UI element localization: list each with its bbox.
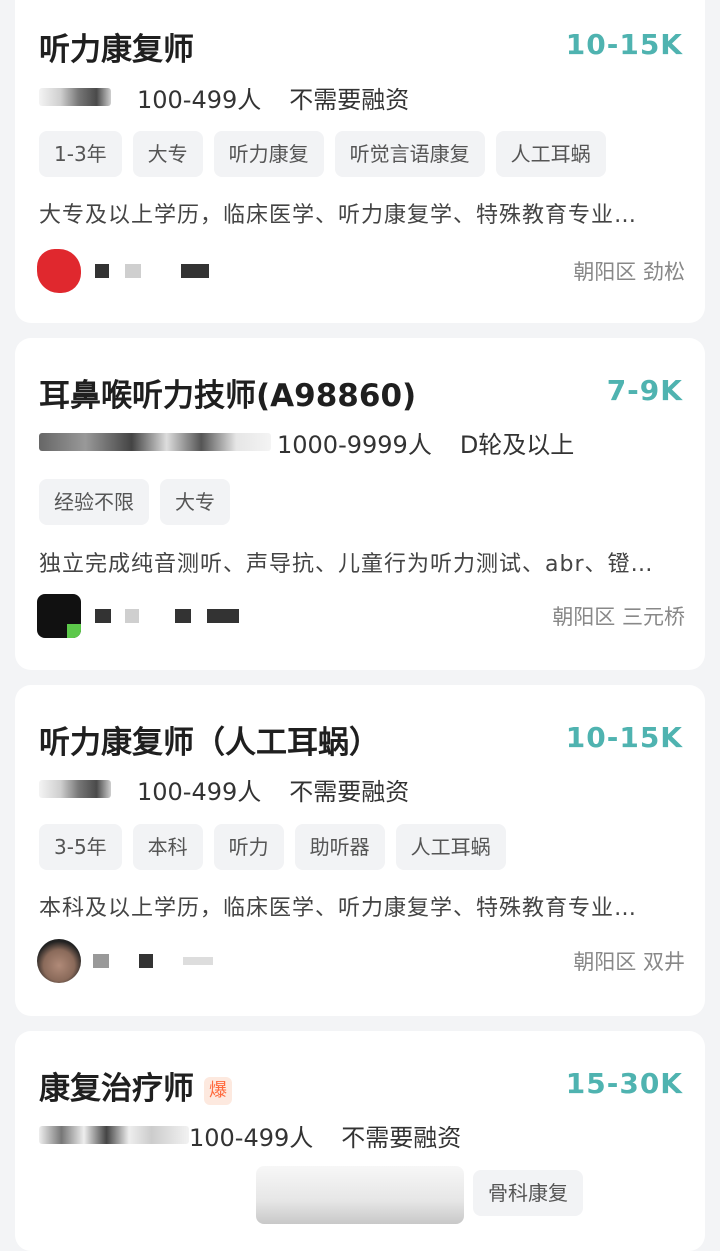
job-location: 朝阳区 双井 [573,950,685,974]
job-tag: 人工耳蜗 [395,824,506,870]
company-name-redacted [39,433,271,451]
job-tag: 本科 [132,824,203,870]
job-title: 康复治疗师爆 [39,1063,232,1108]
company-funding: 不需要融资 [341,1123,462,1152]
recruiter-row: 朝阳区 劲松 [37,248,685,294]
company-info: 100-499人 不需要融资 [39,771,409,807]
job-tag: 大专 [132,131,203,177]
job-title-text: 康复治疗师 [39,1071,194,1107]
blurred-tags-overlay [256,1166,464,1224]
job-tag: 骨科康复 [473,1170,583,1216]
job-tag: 听觉言语康复 [334,131,485,177]
job-tags: 经验不限 大专 [39,479,230,525]
recruiter-row: 朝阳区 三元桥 [37,593,685,639]
job-salary: 15-30K [565,1067,683,1100]
job-tag: 大专 [160,479,230,525]
recruiter-row: 朝阳区 双井 [37,938,685,984]
job-card[interactable]: 听力康复师（人工耳蜗） 10-15K 100-499人 不需要融资 3-5年 本… [15,685,705,1016]
job-salary: 10-15K [565,28,683,61]
recruiter-avatar [37,939,81,983]
job-tag: 听力 [213,824,284,870]
job-tag: 助听器 [294,824,385,870]
job-title: 听力康复师（人工耳蜗） [39,725,380,761]
job-salary: 7-9K [606,374,683,407]
job-tags: 1-3年 大专 听力康复 听觉言语康复 人工耳蜗 [39,131,606,177]
company-size: 100-499人 [189,1123,314,1152]
job-tag: 3-5年 [39,824,122,870]
job-tag: 人工耳蜗 [495,131,606,177]
job-description: 独立完成纯音测听、声导抗、儿童行为听力测试、abr、镫… [39,552,654,577]
job-title: 听力康复师 [39,32,194,68]
company-size: 100-499人 [137,777,262,806]
company-name-redacted [39,88,111,106]
company-info: 100-499人 不需要融资 [39,79,409,115]
job-tag: 1-3年 [39,131,122,177]
job-tag: 听力康复 [213,131,324,177]
company-size: 100-499人 [137,85,262,114]
job-card[interactable]: 听力康复师 10-15K 100-499人 不需要融资 1-3年 大专 听力康复… [15,0,705,323]
company-info: 100-499人 不需要融资 [39,1117,461,1153]
job-card[interactable]: 耳鼻喉听力技师(A98860) 7-9K 1000-9999人 D轮及以上 经验… [15,338,705,670]
job-tag: 经验不限 [39,479,149,525]
recruiter-name-redacted [95,264,109,278]
job-location: 朝阳区 三元桥 [552,605,685,629]
company-name-redacted [39,780,111,798]
company-funding: D轮及以上 [459,430,575,459]
recruiter-name-redacted [93,954,109,968]
company-funding: 不需要融资 [289,85,410,114]
recruiter-avatar [37,249,81,293]
job-title: 耳鼻喉听力技师(A98860) [39,378,417,414]
company-info: 1000-9999人 D轮及以上 [39,424,574,460]
recruiter-avatar [37,594,81,638]
job-tags: 3-5年 本科 听力 助听器 人工耳蜗 [39,824,506,870]
company-name-redacted [39,1126,189,1144]
job-description: 大专及以上学历，临床医学、听力康复学、特殊教育专业… [39,203,638,228]
job-salary: 10-15K [565,721,683,754]
hot-badge: 爆 [204,1076,232,1105]
recruiter-name-redacted [95,609,111,623]
company-size: 1000-9999人 [277,430,432,459]
job-description: 本科及以上学历，临床医学、听力康复学、特殊教育专业… [39,896,638,921]
company-funding: 不需要融资 [289,777,410,806]
job-location: 朝阳区 劲松 [573,260,685,284]
avatar-accent [67,624,81,638]
